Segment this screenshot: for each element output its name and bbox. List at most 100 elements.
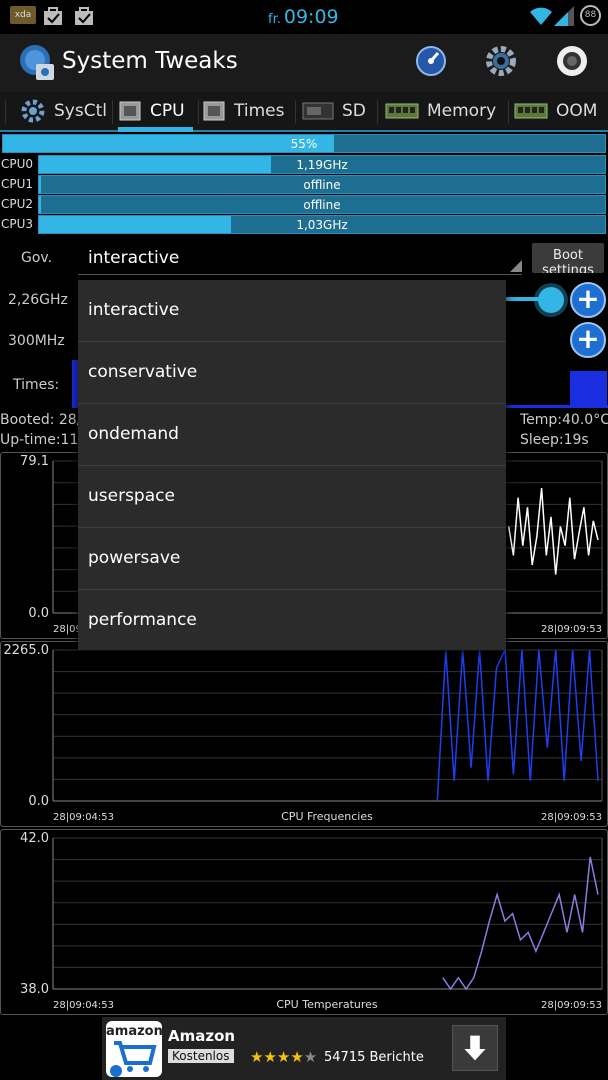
governor-spinner[interactable]: interactive bbox=[78, 243, 522, 275]
governor-option[interactable]: performance bbox=[78, 590, 506, 652]
memory-icon bbox=[514, 103, 548, 119]
tab-divider bbox=[377, 100, 378, 124]
cart-icon bbox=[110, 1041, 157, 1077]
ad-review-count: 54715 Berichte bbox=[324, 1050, 424, 1065]
increase-min-frequency-button[interactable]: + bbox=[570, 322, 606, 358]
overall-cpu-bar: 55% bbox=[0, 134, 608, 153]
cpu-core-bar: CPU3 1,03GHz bbox=[0, 215, 608, 234]
tab-divider bbox=[112, 100, 113, 124]
y-max-label: 79.1 bbox=[20, 454, 49, 469]
cpu-temperature-chart-svg: 42.0 38.0 28|09:04:53 28|09:09:53 CPU Temper… bbox=[20, 831, 603, 1011]
shopping-bag-icon bbox=[44, 7, 62, 25]
tab-divider bbox=[508, 100, 509, 124]
x-end-label: 28|09:09:53 bbox=[541, 624, 602, 635]
chip-icon bbox=[203, 101, 225, 121]
ad-price-badge: Kostenlos bbox=[168, 1049, 234, 1063]
boot-settings-button[interactable]: Boot settings bbox=[532, 243, 604, 273]
speedometer-icon[interactable] bbox=[414, 44, 448, 78]
governor-option-label: performance bbox=[88, 610, 197, 630]
bar-track: 1,03GHz bbox=[38, 215, 606, 234]
governor-option-label: interactive bbox=[88, 300, 180, 320]
increase-max-frequency-button[interactable]: + bbox=[570, 282, 606, 318]
y-max-label: 2265.0 bbox=[4, 643, 50, 658]
tab-oom[interactable]: OOM bbox=[514, 92, 597, 130]
governor-option-label: conservative bbox=[88, 362, 198, 382]
x-start-label: 28|09:04:53 bbox=[53, 812, 114, 823]
chip-icon bbox=[119, 101, 141, 121]
governor-option[interactable]: conservative bbox=[78, 342, 506, 404]
tab-divider bbox=[5, 100, 6, 124]
memory-icon bbox=[385, 103, 419, 119]
ad-banner[interactable]: amazon Amazon Kostenlos ★★★★★ 54715 Beri… bbox=[102, 1017, 506, 1080]
xda-icon: xda bbox=[10, 6, 36, 24]
bar-track: 1,19GHz bbox=[38, 155, 606, 174]
chart-title: CPU Frequencies bbox=[281, 810, 373, 823]
tab-memory[interactable]: Memory bbox=[385, 92, 496, 130]
y-max-label: 42.0 bbox=[20, 831, 49, 846]
series-line bbox=[442, 856, 599, 991]
tab-sysctl[interactable]: SysCtl bbox=[20, 92, 107, 130]
max-frequency-label: 2,26GHz bbox=[8, 292, 68, 308]
governor-option[interactable]: interactive bbox=[78, 280, 506, 342]
governor-dropdown-menu: interactive conservative ondemand userspace… bbox=[78, 280, 506, 650]
y-min-label: 0.0 bbox=[28, 794, 49, 809]
gear-icon bbox=[21, 99, 45, 123]
download-icon[interactable] bbox=[452, 1025, 498, 1071]
dropdown-arrow-icon bbox=[510, 260, 522, 272]
cpu-core-bar: CPU2 offline bbox=[0, 195, 608, 214]
cpu-frequency-chart: 2265.0 0.0 28|09:04:53 28|09:09:53 CPU Frequ… bbox=[0, 641, 608, 827]
bar-value: offline bbox=[303, 198, 341, 212]
cpu-core-bar: CPU0 1,19GHz bbox=[0, 155, 608, 174]
power-icon[interactable] bbox=[555, 44, 589, 78]
wifi-icon bbox=[530, 7, 552, 25]
sleep-info: Sleep:19s bbox=[520, 432, 589, 448]
governor-option-label: powersave bbox=[88, 548, 181, 568]
governor-option-label: userspace bbox=[88, 486, 175, 506]
governor-option-label: ondemand bbox=[88, 424, 179, 444]
signal-icon bbox=[554, 6, 574, 26]
times-label: Times: bbox=[13, 377, 60, 393]
app-title: System Tweaks bbox=[62, 48, 238, 74]
booted-info: Booted: 28/ bbox=[0, 412, 82, 428]
amazon-logo-icon: amazon bbox=[106, 1021, 162, 1077]
min-frequency-label: 300MHz bbox=[8, 333, 65, 349]
bar-track: offline bbox=[38, 195, 606, 214]
core-label: CPU1 bbox=[1, 177, 34, 191]
gear-icon[interactable] bbox=[484, 44, 518, 78]
uptime-info: Up-time:11r bbox=[0, 432, 85, 448]
chart-title: CPU Temperatures bbox=[276, 998, 378, 1011]
tab-cpu[interactable]: CPU bbox=[118, 92, 193, 132]
governor-value: interactive bbox=[88, 248, 180, 268]
governor-option[interactable]: powersave bbox=[78, 528, 506, 590]
series-line bbox=[507, 488, 599, 575]
shopping-bag-icon bbox=[75, 7, 93, 25]
y-min-label: 0.0 bbox=[28, 606, 49, 621]
tab-sd[interactable]: SD bbox=[302, 92, 366, 130]
ad-title: Amazon bbox=[168, 1027, 236, 1045]
bar-value: 1,19GHz bbox=[296, 158, 348, 172]
x-end-label: 28|09:09:53 bbox=[541, 1000, 602, 1011]
governor-label: Gov. bbox=[21, 250, 53, 266]
app-logo-icon bbox=[20, 45, 54, 80]
tab-bar: SysCtl CPU Times SD Memory OOM bbox=[0, 92, 608, 132]
times-bar bbox=[570, 371, 607, 408]
status-bar: xda fr. 09:09 88 bbox=[0, 0, 608, 34]
cpu-core-bar: CPU1 offline bbox=[0, 175, 608, 194]
battery-icon: 88 bbox=[580, 5, 601, 26]
governor-option[interactable]: userspace bbox=[78, 466, 506, 528]
core-label: CPU3 bbox=[1, 217, 34, 231]
governor-option[interactable]: ondemand bbox=[78, 404, 506, 466]
max-frequency-slider-thumb[interactable] bbox=[538, 287, 564, 313]
bar-track: 55% bbox=[2, 134, 606, 153]
tab-times[interactable]: Times bbox=[202, 92, 284, 130]
cpu-usage-bars: 55% CPU0 1,19GHz CPU1 offline CPU2 offli… bbox=[0, 134, 608, 238]
bar-value: 1,03GHz bbox=[296, 218, 348, 232]
bar-value: offline bbox=[303, 178, 341, 192]
action-bar: System Tweaks bbox=[0, 34, 608, 92]
sd-card-icon bbox=[302, 102, 334, 120]
bar-track: offline bbox=[38, 175, 606, 194]
core-label: CPU2 bbox=[1, 197, 34, 211]
rating-stars: ★★★★★ bbox=[250, 1048, 318, 1066]
series-line bbox=[436, 647, 599, 802]
tab-divider bbox=[198, 100, 199, 124]
